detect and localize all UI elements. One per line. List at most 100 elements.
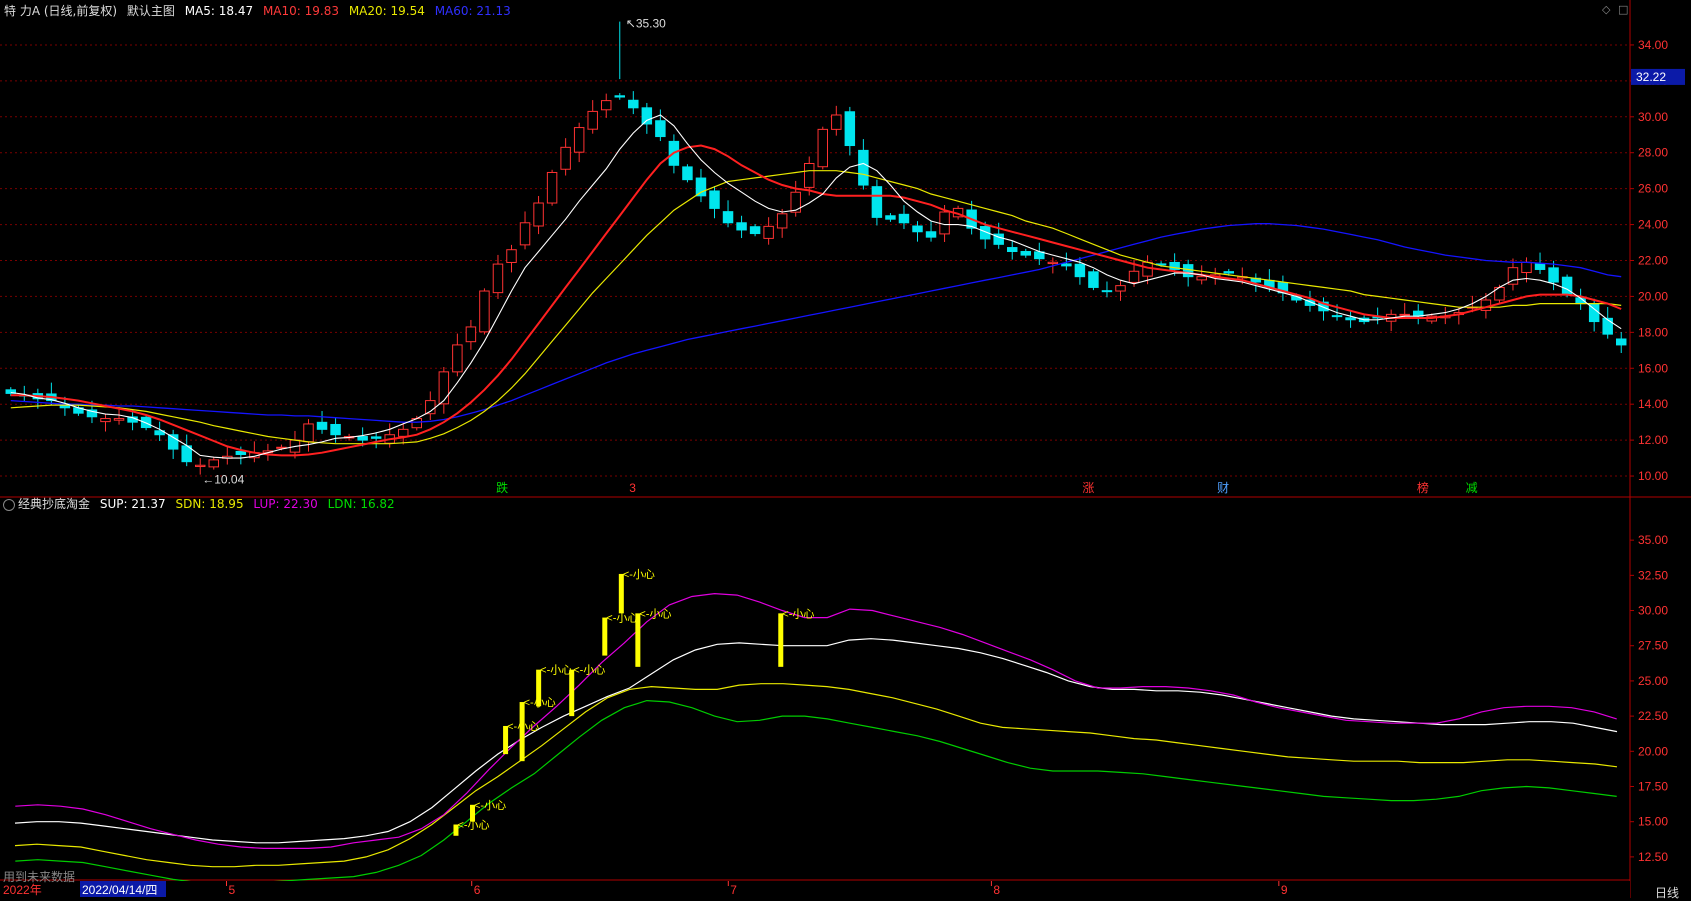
main-indicator-name[interactable]: 默认主图 (127, 4, 175, 18)
candle (1534, 263, 1546, 270)
stock-title: 特 力A (日线,前复权) (4, 4, 118, 18)
candle (912, 225, 923, 233)
candle (790, 191, 801, 213)
event-marker: 3 (629, 481, 636, 495)
candle (1047, 261, 1059, 265)
candle (303, 423, 314, 443)
candle (1020, 251, 1032, 256)
sub-panel-menu-icon[interactable] (3, 499, 15, 511)
candle (587, 110, 598, 130)
candle (655, 120, 666, 138)
candle (749, 226, 761, 235)
candle (330, 423, 341, 436)
candle (628, 99, 639, 109)
candle (925, 231, 937, 238)
candle (397, 428, 409, 437)
y-tick-label: 30.00 (1638, 110, 1668, 124)
sub-indicator-name[interactable]: 经典抄底淘金 (18, 497, 90, 511)
y-tick-label: 28.00 (1638, 146, 1668, 160)
signal-label: <-小心 (606, 612, 638, 625)
signal-label: <-小心 (573, 664, 605, 677)
candle (736, 222, 747, 231)
candle (817, 128, 829, 168)
event-marker: 财 (1217, 481, 1229, 495)
month-label: 8 (993, 883, 1000, 897)
candle (235, 450, 247, 455)
y-tick-label: 32.50 (1638, 568, 1668, 582)
sup-value: SUP: 21.37 (99, 497, 166, 511)
year-label: 2022年 (3, 883, 42, 897)
diamond-icon[interactable]: ◇ (1602, 3, 1610, 16)
lup-value: LUP: 22.30 (253, 497, 318, 511)
month-label: 6 (474, 883, 481, 897)
y-tick-label: 25.00 (1638, 674, 1668, 688)
ldn-line (15, 699, 1617, 885)
month-label: 5 (228, 883, 235, 897)
low-price-label: ←10.04 (202, 472, 244, 486)
y-tick-label: 34.00 (1638, 38, 1668, 52)
candle (1061, 263, 1072, 267)
candle (1331, 315, 1343, 318)
high-price-label: ↖35.30 (626, 17, 666, 31)
cursor-date-label: 2022/04/14/四 (82, 883, 157, 897)
candle (492, 263, 504, 294)
ma20-line (10, 170, 1622, 445)
candle (858, 149, 869, 186)
candle (885, 215, 896, 220)
candle (871, 186, 883, 218)
period-label[interactable]: 日线 (1655, 884, 1679, 901)
y-tick-label: 18.00 (1638, 325, 1668, 339)
candle (533, 202, 544, 227)
candle (600, 100, 612, 111)
month-label: 7 (730, 883, 737, 897)
candle (682, 166, 693, 181)
candle (479, 290, 490, 333)
event-marker: 跌 (496, 480, 508, 495)
main-header: 特 力A (日线,前复权) 默认主图 MA5: 18.47 MA10: 19.8… (4, 3, 517, 19)
current-price-label: 32.22 (1636, 70, 1666, 84)
candle (614, 95, 626, 98)
time-axis-bg (0, 881, 1630, 898)
candle (438, 371, 450, 405)
signal-label: <-小心 (639, 607, 671, 620)
candle (113, 418, 125, 421)
y-tick-label: 16.00 (1638, 361, 1668, 375)
y-tick-label: 24.00 (1638, 218, 1668, 232)
candle (1223, 271, 1235, 274)
candle (370, 436, 382, 439)
y-tick-label: 14.00 (1638, 397, 1668, 411)
signal-bar (635, 613, 641, 667)
candle (763, 225, 774, 239)
month-label: 9 (1281, 883, 1288, 897)
y-tick-label: 20.00 (1638, 289, 1668, 303)
y-tick-label: 17.50 (1638, 780, 1668, 794)
y-tick-label: 20.00 (1638, 744, 1668, 758)
candle (1196, 276, 1207, 281)
candle (1399, 313, 1410, 316)
candle (898, 213, 910, 224)
candle (208, 459, 220, 468)
event-marker: 榜 (1417, 480, 1429, 495)
stock-chart-canvas[interactable]: 10.00 12.00 14.00 16.00 18.00 20.00 22.00 24.00… (0, 0, 1691, 898)
candle (519, 222, 531, 246)
candle (316, 421, 328, 430)
y-tick-label: 30.00 (1638, 604, 1668, 618)
y-tick-label: 10.00 (1638, 469, 1668, 483)
y-tick-label: 15.00 (1638, 815, 1668, 829)
sdn-line (14, 683, 1618, 868)
ma5-value: MA5: 18.47 (184, 4, 254, 18)
maximize-icon[interactable]: □ (1618, 3, 1628, 16)
y-tick-label: 22.00 (1638, 253, 1668, 267)
candle (722, 211, 734, 224)
candle (1101, 290, 1113, 293)
candle (1006, 247, 1018, 253)
candle (100, 418, 111, 423)
candle (1128, 270, 1140, 283)
signal-label: <-小心 (782, 607, 814, 620)
y-tick-label: 22.50 (1638, 709, 1668, 723)
candle (506, 249, 517, 263)
candle (465, 326, 477, 343)
y-tick-label: 27.50 (1638, 639, 1668, 653)
event-marker: 减 (1466, 481, 1478, 495)
candle (1521, 261, 1532, 274)
